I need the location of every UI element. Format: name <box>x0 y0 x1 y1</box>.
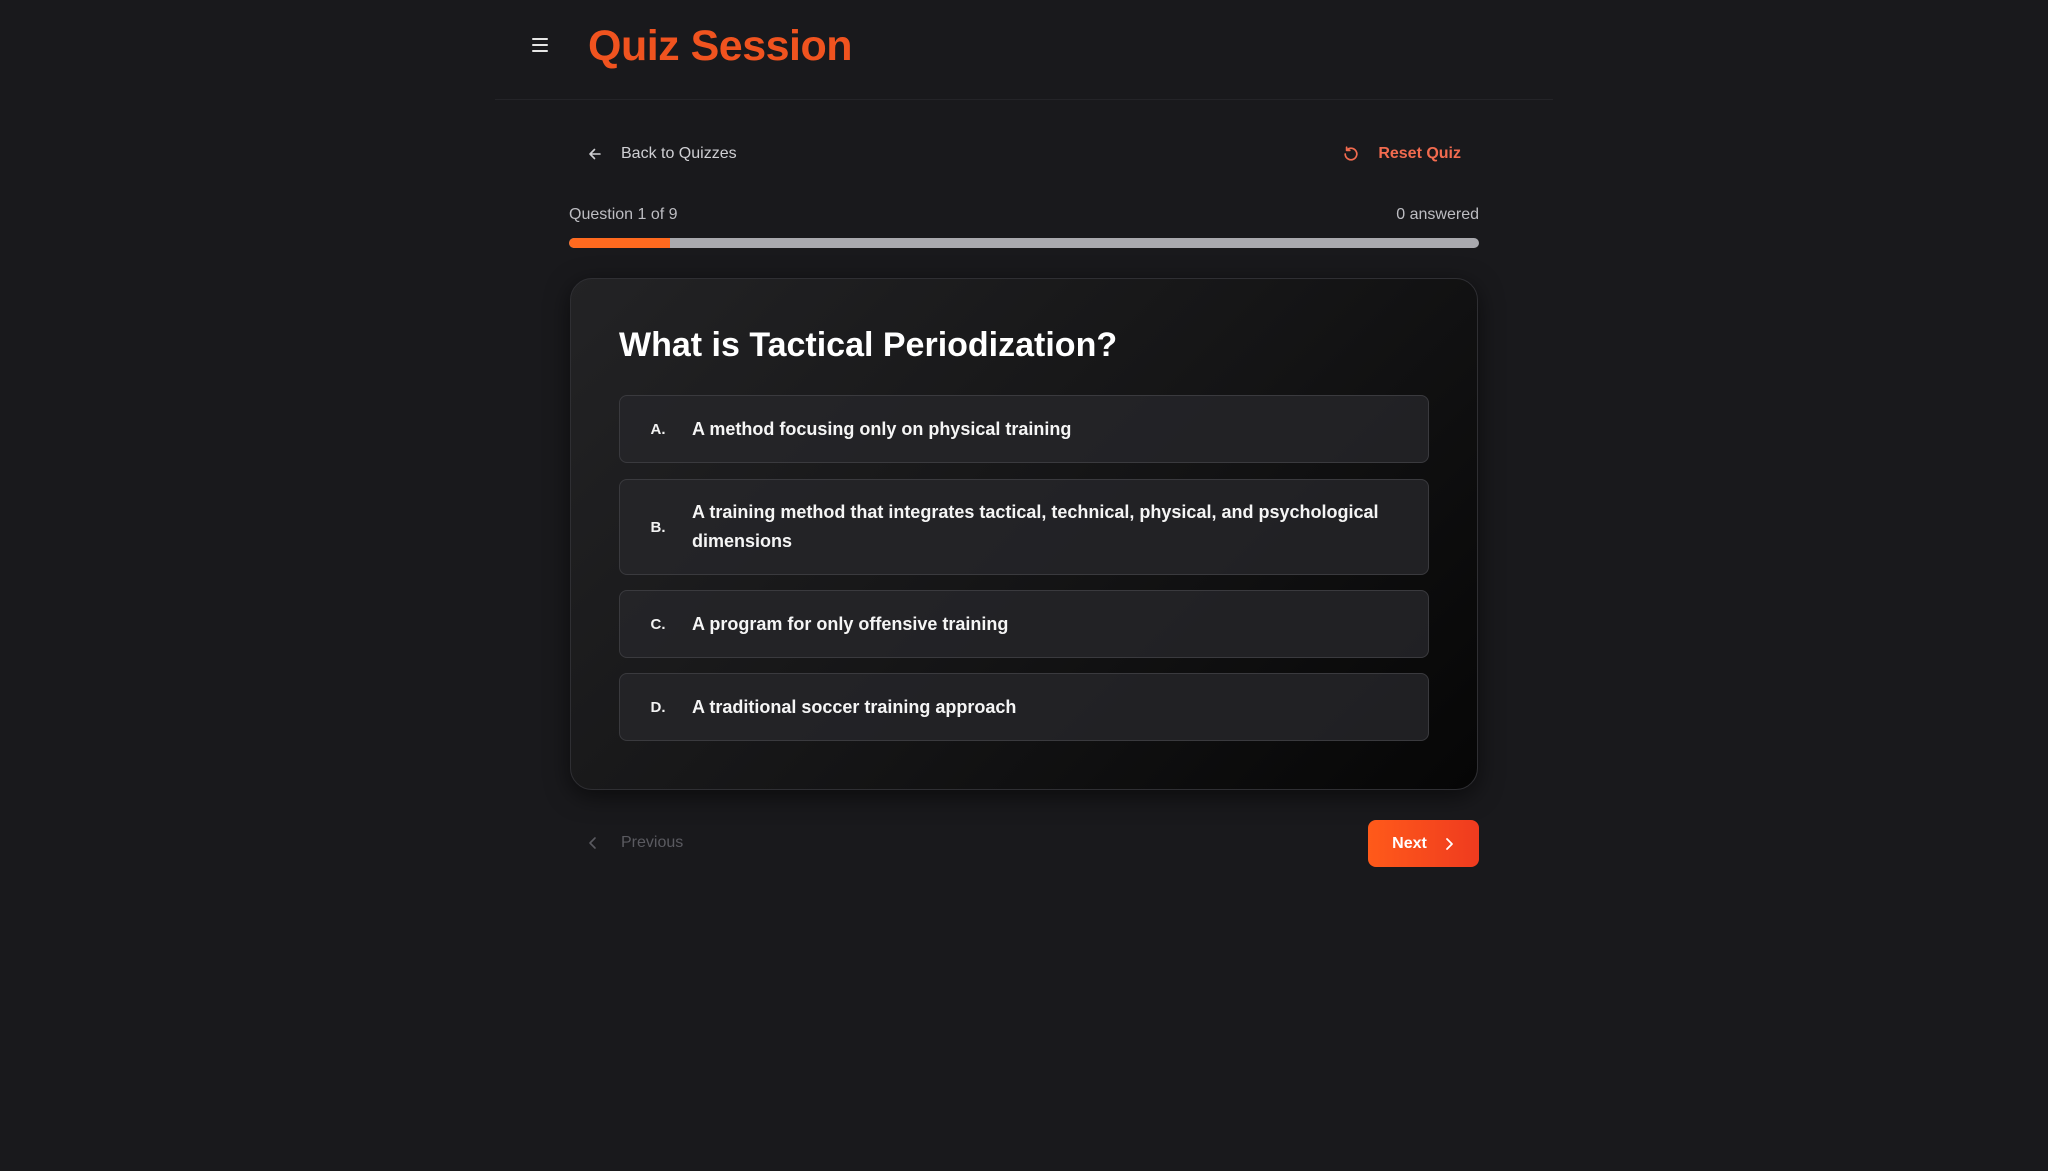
answer-option-a[interactable]: A. A method focusing only on physical tr… <box>619 395 1429 463</box>
progress-bar-fill <box>569 238 671 248</box>
answered-count: 0 answered <box>1396 206 1479 223</box>
option-letter: A. <box>650 420 666 438</box>
option-text: A method focusing only on physical train… <box>692 418 1072 439</box>
answer-option-d[interactable]: D. A traditional soccer training approac… <box>619 673 1429 741</box>
option-text: A program for only offensive training <box>692 613 1009 634</box>
option-letter: D. <box>650 698 666 716</box>
page-title: Quiz Session <box>588 22 853 70</box>
top-bar: Quiz Session <box>495 0 1553 100</box>
progress-bar <box>569 238 1479 248</box>
next-button[interactable]: Next <box>1368 820 1479 867</box>
question-counter: Question 1 of 9 <box>569 206 678 223</box>
back-to-quizzes-label: Back to Quizzes <box>621 145 737 162</box>
answer-option-b[interactable]: B. A training method that integrates tac… <box>619 479 1429 575</box>
reset-quiz-button[interactable]: Reset Quiz <box>1342 134 1461 174</box>
previous-button[interactable]: Previous <box>587 823 683 863</box>
progress-labels: Question 1 of 9 0 answered <box>569 206 1479 230</box>
question-card: What is Tactical Periodization? A. A met… <box>570 278 1478 790</box>
hamburger-menu-icon[interactable] <box>532 38 548 56</box>
chevron-left-icon <box>589 837 596 849</box>
option-text: A traditional soccer training approach <box>692 696 1017 717</box>
rotate-ccw-icon <box>1344 146 1358 161</box>
reset-quiz-label: Reset Quiz <box>1378 145 1461 162</box>
answer-option-c[interactable]: C. A program for only offensive training <box>619 590 1429 658</box>
arrow-left-icon <box>589 148 601 160</box>
option-text: A training method that integrates tactic… <box>692 502 1379 551</box>
option-letter: C. <box>650 615 666 633</box>
question-text: What is Tactical Periodization? <box>619 326 1118 364</box>
option-letter: B. <box>650 518 666 536</box>
chevron-right-icon <box>1445 837 1453 850</box>
quiz-nav: Back to Quizzes Reset Quiz <box>569 134 1479 174</box>
back-to-quizzes-link[interactable]: Back to Quizzes <box>587 134 737 174</box>
next-label: Next <box>1392 834 1427 852</box>
previous-label: Previous <box>621 834 684 851</box>
